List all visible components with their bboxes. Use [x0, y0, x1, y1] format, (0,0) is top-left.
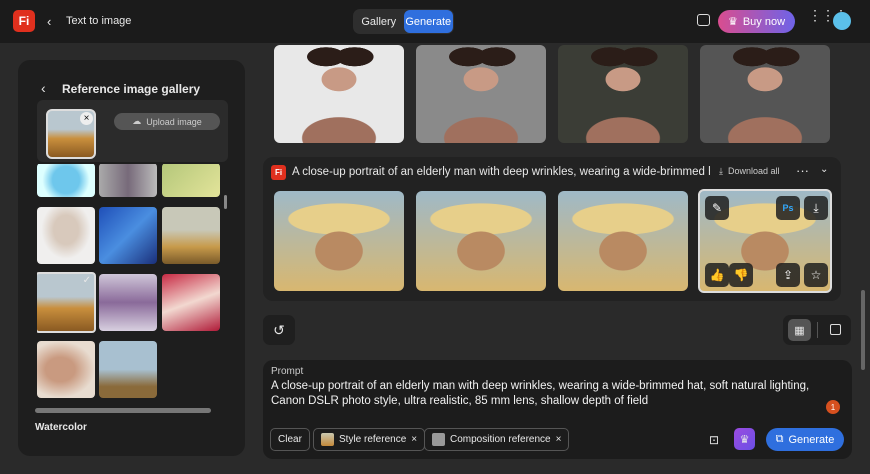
- feedback-icon[interactable]: [697, 14, 710, 26]
- clear-label: Clear: [278, 434, 302, 445]
- history-button[interactable]: ↺: [263, 315, 295, 345]
- prompt-panel: Prompt A close-up portrait of an elderly…: [263, 360, 852, 459]
- tab-gallery[interactable]: Gallery: [354, 10, 404, 33]
- share-icon[interactable]: ⇪: [776, 263, 800, 287]
- download-icon: ⤓: [719, 166, 723, 176]
- notification-badge: 1: [826, 400, 840, 414]
- gallery-thumb[interactable]: [162, 274, 220, 331]
- back-icon[interactable]: ‹: [47, 14, 51, 29]
- favorite-icon[interactable]: ☆: [804, 263, 828, 287]
- layout-toggle: ▦: [783, 315, 851, 345]
- style-category-label: Watercolor: [35, 422, 87, 433]
- buy-now-label: Buy now: [742, 15, 786, 28]
- tab-generate[interactable]: Generate: [403, 10, 453, 33]
- style-reference-label: Style reference: [339, 434, 407, 445]
- chevron-down-icon[interactable]: ⌄: [820, 164, 828, 175]
- style-reference-chip[interactable]: Style reference ×: [313, 428, 426, 451]
- divider: [817, 322, 818, 338]
- back-icon[interactable]: ‹: [41, 80, 46, 96]
- page-title[interactable]: Text to image: [66, 15, 131, 27]
- gallery-thumb[interactable]: [37, 341, 95, 398]
- thumbs-down-icon[interactable]: 👎: [729, 263, 753, 287]
- page-scrollbar[interactable]: [861, 290, 865, 370]
- gallery-vertical-scrollbar[interactable]: [224, 195, 227, 209]
- result-image[interactable]: [416, 45, 546, 143]
- firefly-logo: Fi: [13, 10, 35, 32]
- more-icon[interactable]: ···: [796, 163, 809, 178]
- selected-reference-area: × ☁ Upload image: [37, 100, 228, 162]
- gallery-thumb[interactable]: [162, 207, 220, 264]
- result-image[interactable]: [700, 45, 830, 143]
- gallery-thumb[interactable]: [37, 164, 95, 197]
- generation-prompt-title: A close-up portrait of an elderly man wi…: [292, 166, 710, 178]
- upload-image-button[interactable]: ☁ Upload image: [114, 113, 220, 130]
- close-icon[interactable]: ×: [556, 434, 562, 445]
- style-reference-thumb: [321, 433, 334, 446]
- upload-label: Upload image: [146, 116, 202, 127]
- single-view-icon[interactable]: [830, 324, 841, 335]
- gallery-horizontal-scrollbar[interactable]: [35, 408, 211, 413]
- download-all-label: Download all: [727, 166, 780, 176]
- checkmark-icon: ✓: [82, 275, 91, 286]
- view-switch: Gallery Generate: [353, 9, 454, 34]
- clear-button[interactable]: Clear: [270, 428, 310, 451]
- generation-group: Fi A close-up portrait of an elderly man…: [263, 157, 841, 301]
- selected-reference-thumb[interactable]: ×: [46, 109, 96, 159]
- gallery-thumb[interactable]: [99, 164, 157, 197]
- top-bar: Fi ‹ Text to image Gallery Generate ♛ Buy…: [0, 0, 870, 43]
- result-image[interactable]: [274, 45, 404, 143]
- generate-icon: ⧉: [775, 433, 784, 445]
- gallery-thumb[interactable]: [37, 207, 95, 264]
- gallery-thumb[interactable]: [99, 341, 157, 398]
- gallery-thumb[interactable]: [162, 164, 220, 197]
- composition-reference-label: Composition reference: [450, 434, 551, 445]
- prompt-label: Prompt: [271, 366, 304, 377]
- prompt-input[interactable]: A close-up portrait of an elderly man wi…: [271, 379, 841, 409]
- gallery-thumb[interactable]: [99, 274, 157, 331]
- premium-crown-button[interactable]: ♛: [734, 428, 755, 450]
- thumbs-up-icon[interactable]: 👍: [705, 263, 729, 287]
- generate-label: Generate: [788, 433, 835, 446]
- result-image[interactable]: [416, 191, 546, 291]
- close-icon[interactable]: ×: [411, 434, 417, 445]
- result-image[interactable]: [558, 45, 688, 143]
- content-credentials-icon[interactable]: ⊡: [709, 433, 719, 447]
- gallery-title: Reference image gallery: [62, 82, 201, 96]
- buy-now-button[interactable]: ♛ Buy now: [718, 10, 795, 33]
- result-image[interactable]: [558, 191, 688, 291]
- reference-gallery-panel: ‹ Reference image gallery × ☁ Upload imag…: [18, 60, 245, 456]
- download-all-button[interactable]: ⤓ Download all: [719, 166, 780, 177]
- gallery-grid: ✓: [37, 164, 220, 404]
- grid-view-icon[interactable]: ▦: [788, 319, 811, 341]
- cloud-upload-icon: ☁: [132, 116, 142, 126]
- download-icon[interactable]: ⤓: [804, 196, 828, 220]
- firefly-logo: Fi: [271, 165, 286, 180]
- crown-icon: ♛: [727, 16, 738, 28]
- avatar[interactable]: [833, 12, 851, 30]
- composition-reference-chip[interactable]: Composition reference ×: [424, 428, 570, 451]
- result-image-selected[interactable]: ✎ Ps ⤓ 👍 👎 ⇪ ☆: [698, 189, 832, 293]
- photoshop-button[interactable]: Ps: [776, 196, 800, 220]
- result-image[interactable]: [274, 191, 404, 291]
- gallery-thumb-selected[interactable]: ✓: [37, 272, 96, 333]
- remove-icon[interactable]: ×: [80, 112, 93, 125]
- generate-button[interactable]: ⧉ Generate: [766, 428, 844, 451]
- composition-reference-thumb: [432, 433, 445, 446]
- edit-icon[interactable]: ✎: [705, 196, 729, 220]
- gallery-thumb[interactable]: [99, 207, 157, 264]
